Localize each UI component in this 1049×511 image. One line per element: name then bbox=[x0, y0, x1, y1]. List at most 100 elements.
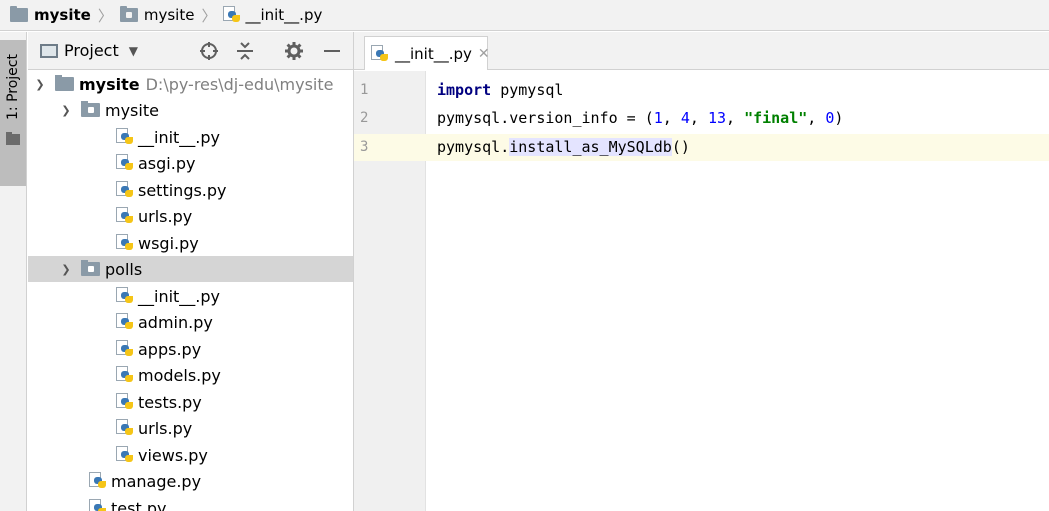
python-file-icon bbox=[89, 499, 107, 511]
tree-item-polls-package[interactable]: ❯ polls bbox=[28, 256, 353, 282]
line-number: 2 bbox=[360, 110, 369, 126]
folder-icon bbox=[55, 75, 74, 91]
code-text: ) bbox=[834, 109, 844, 127]
tree-file-item[interactable]: apps.py bbox=[28, 336, 353, 362]
editor-tab-label: __init__.py bbox=[395, 44, 472, 63]
tree-file-item[interactable]: tests.py bbox=[28, 389, 353, 415]
folder-icon bbox=[10, 6, 28, 22]
tree-item-root[interactable]: ❯ mysite D:\py-res\dj-edu\mysite bbox=[28, 71, 353, 97]
gear-icon[interactable] bbox=[283, 40, 305, 62]
chevron-right-icon: 〉 bbox=[201, 6, 217, 25]
tree-file-item[interactable]: admin.py bbox=[28, 309, 353, 335]
tree-item-label: models.py bbox=[138, 365, 221, 385]
breadcrumb-label: mysite bbox=[143, 6, 195, 24]
tree-item-label: mysite bbox=[105, 100, 159, 120]
tree-item-label: manage.py bbox=[111, 471, 202, 491]
dropdown-arrow-icon[interactable]: ▼ bbox=[129, 44, 138, 58]
tree-item-label: test.py bbox=[111, 498, 167, 511]
tree-item-label: asgi.py bbox=[138, 153, 196, 173]
tree-item-label: admin.py bbox=[138, 312, 213, 332]
tree-file-item[interactable]: models.py bbox=[28, 362, 353, 388]
project-tool-tab-label: 1: Project bbox=[5, 54, 21, 120]
tree-file-item[interactable]: test.py bbox=[28, 495, 353, 511]
python-file-icon bbox=[116, 207, 134, 225]
project-panel-header: Project ▼ bbox=[28, 32, 353, 70]
code-line-2[interactable]: pymysql.version_info = (1, 4, 13, "final… bbox=[437, 109, 843, 127]
python-file-icon bbox=[116, 234, 134, 252]
tree-file-item[interactable]: __init__.py bbox=[28, 124, 353, 150]
tree-file-item[interactable]: asgi.py bbox=[28, 150, 353, 176]
project-view-icon bbox=[40, 43, 58, 58]
code-text: pymysql.version_info = ( bbox=[437, 109, 654, 127]
package-folder-icon bbox=[81, 260, 100, 276]
tree-file-item[interactable]: settings.py bbox=[28, 177, 353, 203]
code-line-1[interactable]: import pymysql bbox=[437, 81, 563, 99]
breadcrumb-item-file[interactable]: __init__.py bbox=[223, 0, 322, 31]
package-folder-icon bbox=[119, 6, 138, 22]
chevron-down-icon[interactable]: ❯ bbox=[34, 78, 46, 91]
tool-window-strip: 1: Project bbox=[0, 32, 27, 511]
tree-item-label: wsgi.py bbox=[138, 233, 199, 253]
code-line-3[interactable]: pymysql.install_as_MySQLdb() bbox=[437, 138, 690, 156]
tree-item-label: views.py bbox=[138, 445, 208, 465]
breadcrumb-item-project[interactable]: mysite bbox=[10, 0, 91, 31]
tree-file-item[interactable]: views.py bbox=[28, 442, 353, 468]
chevron-down-icon[interactable]: ❯ bbox=[60, 263, 72, 276]
tree-item-label: tests.py bbox=[138, 392, 202, 412]
tree-item-label: polls bbox=[105, 259, 143, 279]
python-file-icon bbox=[116, 419, 134, 437]
tree-item-label: __init__.py bbox=[138, 286, 221, 306]
editor-tab-bar: __init__.py ✕ bbox=[354, 32, 1049, 70]
tree-file-item[interactable]: manage.py bbox=[28, 468, 353, 494]
code-text: pymysql. bbox=[437, 138, 510, 156]
python-file-icon bbox=[116, 393, 134, 411]
tree-item-label: settings.py bbox=[138, 180, 227, 200]
code-text: () bbox=[671, 138, 690, 156]
project-tree: ❯ mysite D:\py-res\dj-edu\mysite ❯ mysit… bbox=[28, 70, 353, 511]
python-file-icon bbox=[223, 6, 241, 24]
hide-icon[interactable] bbox=[321, 40, 343, 62]
code-text: pymysql bbox=[491, 81, 564, 99]
python-file-icon bbox=[371, 44, 389, 63]
python-file-icon bbox=[116, 181, 134, 199]
tree-item-path: D:\py-res\dj-edu\mysite bbox=[145, 74, 334, 94]
breadcrumb-label: mysite bbox=[34, 6, 91, 24]
tree-item-label: apps.py bbox=[138, 339, 202, 359]
python-file-icon bbox=[116, 366, 134, 384]
project-tool-tab[interactable]: 1: Project bbox=[0, 40, 26, 186]
tree-item-mysite-package[interactable]: ❯ mysite bbox=[28, 97, 353, 123]
line-number: 3 bbox=[360, 139, 369, 155]
package-folder-icon bbox=[81, 101, 100, 117]
folder-icon bbox=[6, 132, 20, 145]
python-file-icon bbox=[116, 340, 134, 358]
identifier-highlight: install_as_MySQLdb bbox=[509, 138, 672, 156]
python-file-icon bbox=[89, 472, 107, 490]
keyword-token: import bbox=[437, 81, 492, 99]
python-file-icon bbox=[116, 287, 134, 305]
tree-item-label: __init__.py bbox=[138, 127, 221, 147]
tree-item-label: urls.py bbox=[138, 418, 193, 438]
python-file-icon bbox=[116, 128, 134, 146]
number-token: 13 bbox=[707, 109, 726, 127]
number-token: 4 bbox=[680, 109, 690, 127]
project-view-selector[interactable]: Project bbox=[64, 41, 119, 60]
tree-file-item[interactable]: __init__.py bbox=[28, 283, 353, 309]
tree-item-label: mysite bbox=[79, 74, 140, 94]
tree-item-label: urls.py bbox=[138, 206, 193, 226]
line-number: 1 bbox=[360, 82, 369, 98]
tree-file-item[interactable]: urls.py bbox=[28, 203, 353, 229]
python-file-icon bbox=[116, 154, 134, 172]
python-file-icon bbox=[116, 446, 134, 464]
collapse-all-icon[interactable] bbox=[234, 40, 256, 62]
close-icon[interactable]: ✕ bbox=[478, 46, 490, 62]
chevron-down-icon[interactable]: ❯ bbox=[60, 104, 72, 117]
tree-file-item[interactable]: wsgi.py bbox=[28, 230, 353, 256]
tree-file-item[interactable]: urls.py bbox=[28, 415, 353, 441]
python-file-icon bbox=[116, 313, 134, 331]
breadcrumb-item-package[interactable]: mysite bbox=[119, 0, 195, 31]
chevron-right-icon: 〉 bbox=[97, 6, 113, 25]
number-token: 1 bbox=[653, 109, 663, 127]
locate-icon[interactable] bbox=[198, 40, 220, 62]
breadcrumb-label: __init__.py bbox=[245, 6, 323, 24]
editor-tab-init[interactable]: __init__.py ✕ bbox=[364, 36, 490, 70]
